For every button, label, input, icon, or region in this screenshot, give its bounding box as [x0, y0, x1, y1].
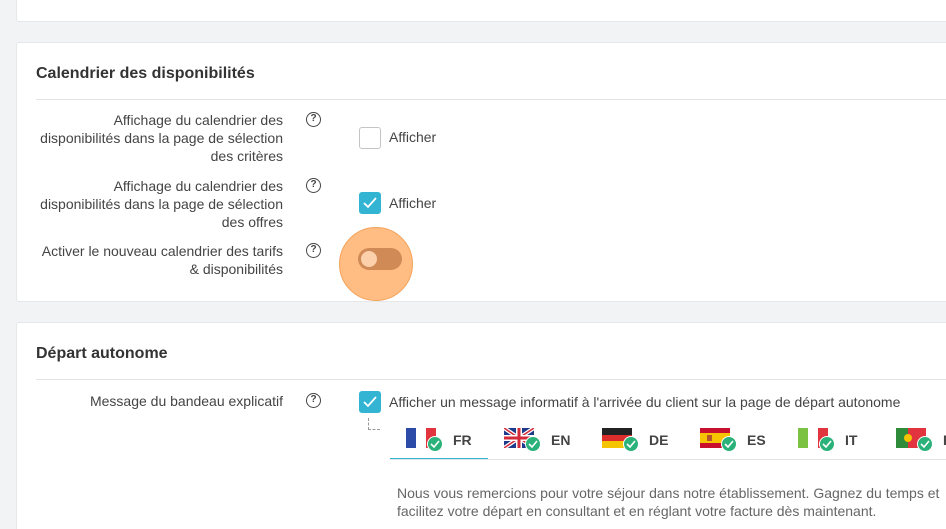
tree-connector [368, 418, 380, 430]
tabs-underline [390, 459, 946, 460]
tab-de[interactable]: DE [586, 424, 684, 460]
tab-label: FR [453, 432, 472, 448]
check-circle-icon [819, 436, 835, 452]
check-circle-icon [721, 436, 737, 452]
help-icon[interactable]: ? [306, 243, 321, 258]
checkmark-icon [363, 197, 377, 209]
section-divider [36, 99, 946, 100]
tab-label: DE [649, 432, 669, 448]
check-circle-icon [917, 436, 933, 452]
section-divider [36, 379, 946, 380]
language-tabs: FR EN DE ES IT PT [390, 424, 946, 460]
tab-label: ES [747, 432, 766, 448]
check-circle-icon [623, 436, 639, 452]
tab-it[interactable]: IT [782, 424, 880, 460]
setting-label-offers-calendar: Affichage du calendrier des disponibilit… [40, 178, 283, 230]
toggle-knob [361, 251, 377, 267]
banner-message-checkbox[interactable] [359, 391, 381, 413]
criteria-calendar-checkbox[interactable] [359, 127, 381, 149]
previous-section-card [16, 0, 946, 22]
calendar-section-title: Calendrier des disponibilités [36, 65, 255, 82]
help-icon[interactable]: ? [306, 112, 321, 127]
check-circle-icon [427, 436, 443, 452]
banner-message-text[interactable]: Nous vous remercions pour votre séjour d… [397, 484, 942, 520]
help-icon[interactable]: ? [306, 178, 321, 193]
tab-en[interactable]: EN [488, 424, 586, 460]
offers-calendar-checkbox-label[interactable]: Afficher [389, 195, 436, 211]
departure-section-title: Départ autonome [36, 345, 168, 362]
tab-pt[interactable]: PT [880, 424, 946, 460]
setting-label-banner-message: Message du bandeau explicatif [89, 393, 283, 409]
help-icon[interactable]: ? [306, 393, 321, 408]
setting-label-criteria-calendar: Affichage du calendrier des disponibilit… [40, 112, 283, 164]
tab-fr[interactable]: FR [390, 424, 488, 460]
tab-label: EN [551, 432, 571, 448]
check-circle-icon [525, 436, 541, 452]
checkmark-icon [363, 396, 377, 408]
criteria-calendar-checkbox-label[interactable]: Afficher [389, 129, 436, 145]
tab-label: IT [845, 432, 858, 448]
offers-calendar-checkbox[interactable] [359, 192, 381, 214]
tab-es[interactable]: ES [684, 424, 782, 460]
banner-message-checkbox-label[interactable]: Afficher un message informatif à l'arriv… [389, 394, 900, 410]
new-calendar-toggle[interactable] [358, 248, 402, 270]
setting-label-new-calendar: Activer le nouveau calendrier des tarifs… [41, 243, 283, 277]
